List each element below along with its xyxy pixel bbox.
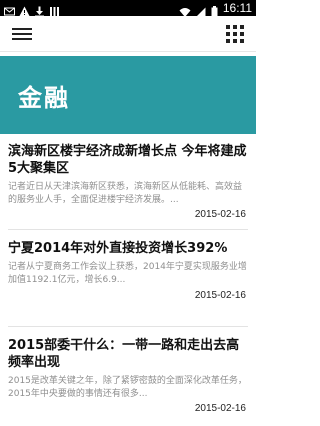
bars-icon [49, 2, 60, 16]
wifi-icon [179, 3, 191, 17]
status-bar: 16:11 [0, 0, 256, 17]
mobile-signal-icon [195, 3, 206, 17]
status-bar-system: 16:11 [179, 1, 252, 17]
article-summary: 记者近日从天津滨海新区获悉，滨海新区从低能耗、高效益的服务业人手，全面促进楼宇经… [8, 182, 243, 205]
article-summary: 2015是改革关键之年，除了紧锣密鼓的全面深化改革任务，2015年中央要做的事情… [8, 376, 247, 399]
download-icon [34, 2, 45, 17]
article-title: 2015部委干什么：一带一路和走出去高频率出现 [8, 338, 240, 370]
grid-apps-icon[interactable] [226, 25, 244, 43]
article-date: 2015-02-16 [194, 403, 246, 414]
warning-icon [19, 2, 30, 16]
article-title: 滨海新区楼宇经济成新增长点 今年将建成5大聚集区 [8, 144, 247, 176]
battery-icon [211, 3, 218, 17]
article-item[interactable]: 宁夏2014年对外直接投资增长392% 记者从宁夏商务工作会议上获悉，2014年… [0, 240, 256, 301]
article-title: 宁夏2014年对外直接投资增长392% [8, 241, 228, 256]
article-item[interactable]: 滨海新区楼宇经济成新增长点 今年将建成5大聚集区 记者近日从天津滨海新区获悉，滨… [0, 143, 256, 220]
hamburger-menu-icon[interactable] [12, 25, 32, 43]
article-item[interactable]: 2015部委干什么：一带一路和走出去高频率出现 2015是改革关键之年，除了紧锣… [0, 337, 256, 414]
divider [8, 326, 248, 327]
category-banner: 金融 [0, 56, 256, 134]
divider [8, 229, 248, 230]
article-date: 2015-02-16 [194, 290, 246, 301]
article-date: 2015-02-16 [194, 209, 246, 220]
status-time: 16:11 [222, 1, 252, 15]
app-bar [0, 16, 256, 52]
mail-icon [4, 2, 15, 16]
article-summary: 记者从宁夏商务工作会议上获悉，2014年宁夏实现服务业增加值1192.1亿元，增… [8, 262, 247, 285]
category-title: 金融 [18, 84, 70, 112]
status-bar-notifications [4, 2, 60, 17]
